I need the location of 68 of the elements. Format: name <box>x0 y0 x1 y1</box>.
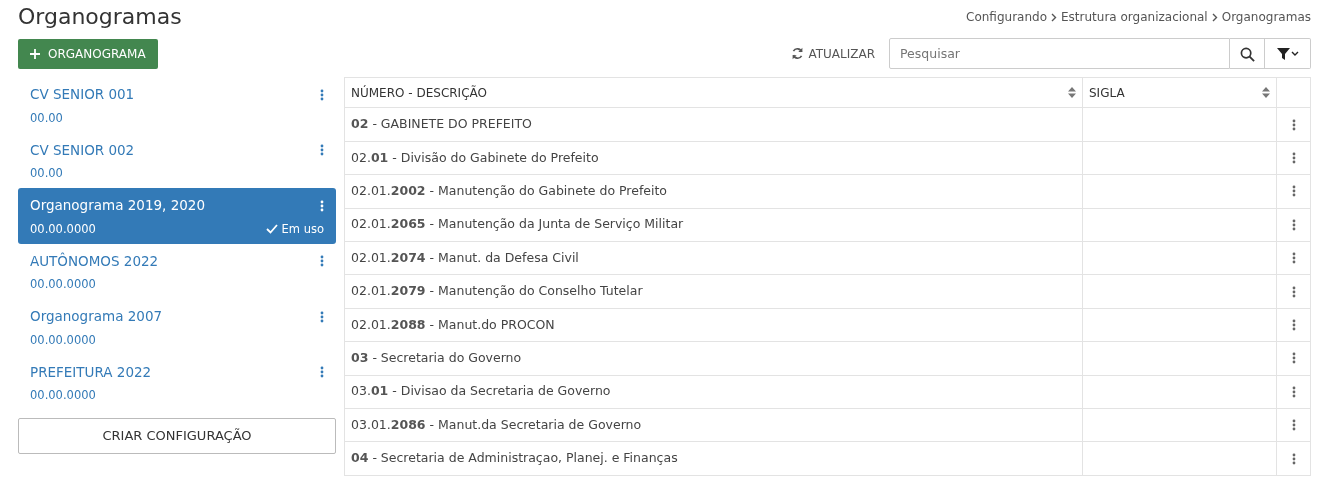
organogram-name: Organograma 2007 <box>30 307 163 327</box>
organogram-code: 00.00.0000 <box>30 387 96 405</box>
more-options-icon[interactable] <box>320 366 324 378</box>
more-options-icon[interactable] <box>320 310 324 323</box>
chevron-icon <box>1211 12 1218 22</box>
create-configuration-button[interactable]: CRIAR CONFIGURAÇÃO <box>18 418 336 454</box>
row-menu-icon[interactable] <box>1291 352 1296 365</box>
organogram-name: PREFEITURA 2022 <box>30 362 152 382</box>
row-menu-icon[interactable] <box>1291 385 1296 398</box>
organogram-item[interactable]: Organograma 2019, 2020 00.00.0000 Em uso <box>18 188 336 244</box>
organogram-name: CV SENIOR 001 <box>30 85 135 105</box>
table-cell: 02.01.2065 - Manutenção da Junta de Serviço Militar <box>351 216 684 232</box>
search-icon <box>1239 46 1255 62</box>
filter-button[interactable] <box>1265 38 1311 70</box>
table-cell: 02.01.2002 - Manutenção do Gabinete do Prefeito <box>351 183 667 198</box>
more-options-icon[interactable] <box>320 144 324 156</box>
breadcrumb-link[interactable]: Estrutura organizacional <box>1061 8 1208 26</box>
organogram-code: 00.00.0000 <box>30 220 96 238</box>
filter-icon <box>1275 47 1300 61</box>
organogram-code: 00.00 <box>30 165 63 183</box>
table-cell: 02.01.2079 - Manutenção do Conselho Tutelar <box>351 283 643 299</box>
table-cell: 02.01.2088 - Manut.do PROCON <box>351 316 555 332</box>
row-menu-icon[interactable] <box>1291 185 1296 198</box>
organogram-item[interactable]: Organograma 2007 00.00.0000 <box>18 299 336 355</box>
column-header[interactable]: SIGLA <box>1089 83 1125 102</box>
row-menu-icon[interactable] <box>1291 252 1296 265</box>
organogram-item[interactable]: CV SENIOR 001 00.00 <box>18 77 336 133</box>
row-menu-icon[interactable] <box>1291 152 1296 165</box>
table-cell: 02 - GABINETE DO PREFEITO <box>351 116 532 132</box>
row-menu-icon[interactable] <box>1291 285 1296 298</box>
chevron-icon <box>1051 12 1057 22</box>
more-options-icon[interactable] <box>320 88 324 101</box>
refresh-button[interactable]: ATUALIZAR <box>785 43 881 64</box>
table-cell: 04 - Secretaria de Administraçao, Planej. e Finanças <box>351 450 678 466</box>
status-label: Em uso <box>265 220 324 238</box>
organogram-name: Organograma 2019, 2020 <box>30 196 205 216</box>
sort-icon[interactable] <box>1262 87 1270 99</box>
row-menu-icon[interactable] <box>1291 319 1296 332</box>
refresh-icon <box>791 47 805 61</box>
row-menu-icon[interactable] <box>1291 118 1296 131</box>
row-menu-icon[interactable] <box>1291 419 1296 432</box>
table-cell: 03.01.2086 - Manut.da Secretaria de Governo <box>351 416 642 432</box>
table-cell: 02.01.2074 - Manut. da Defesa Civil <box>351 249 579 265</box>
organogram-item[interactable]: CV SENIOR 002 00.00 <box>18 132 336 189</box>
organogram-item[interactable]: AUTÔNOMOS 2022 00.00.0000 <box>18 243 336 300</box>
breadcrumb-link[interactable]: Configurando <box>966 8 1047 26</box>
page-title: Organogramas <box>18 4 182 31</box>
row-menu-icon[interactable] <box>1291 452 1296 465</box>
table-cell: 02.01 - Divisão do Gabinete do Prefeito <box>351 149 599 165</box>
organogram-name: CV SENIOR 002 <box>30 140 135 160</box>
organogram-name: AUTÔNOMOS 2022 <box>30 251 159 271</box>
column-header[interactable]: NÚMERO - DESCRIÇÃO <box>351 83 487 102</box>
organogram-code: 00.00.0000 <box>30 276 96 294</box>
sort-icon[interactable] <box>1068 87 1076 99</box>
check-icon <box>265 224 278 235</box>
table-cell: 03.01 - Divisao da Secretaria de Governo <box>351 383 611 399</box>
more-options-icon[interactable] <box>320 255 324 267</box>
search-button[interactable] <box>1230 38 1265 70</box>
more-options-icon[interactable] <box>320 199 324 212</box>
row-menu-icon[interactable] <box>1291 218 1296 231</box>
table-cell: 03 - Secretaria do Governo <box>351 349 522 365</box>
organogram-item[interactable]: PREFEITURA 2022 00.00.0000 <box>18 354 336 411</box>
organogram-code: 00.00.0000 <box>30 331 96 349</box>
organogram-code: 00.00 <box>30 109 63 127</box>
add-organogram-button[interactable]: ORGANOGRAMA <box>18 38 158 69</box>
breadcrumb-current: Organogramas <box>1221 9 1311 26</box>
plus-icon <box>30 48 40 59</box>
search-field[interactable]: Pesquisar <box>889 38 1230 70</box>
